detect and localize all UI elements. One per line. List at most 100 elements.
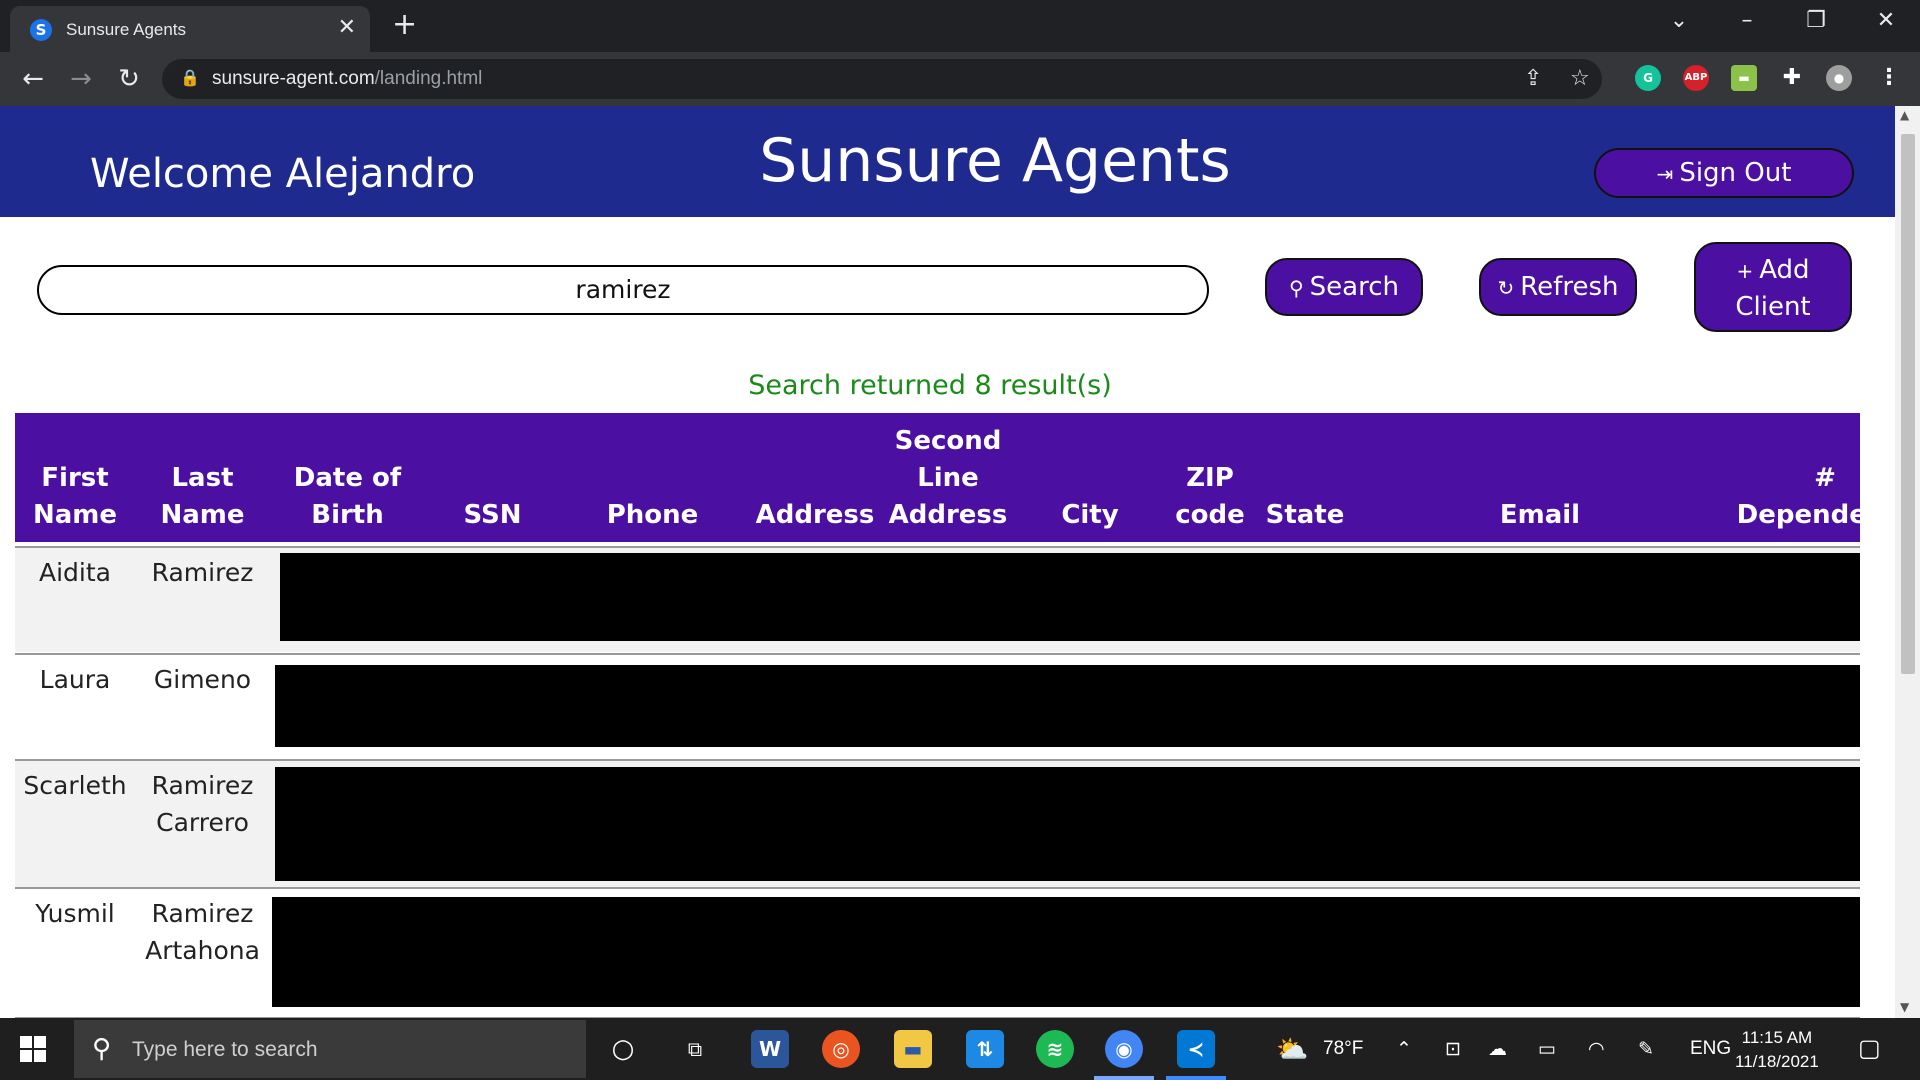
weather-icon[interactable]: ⛅: [1276, 1034, 1308, 1065]
cell-last-name: Gimeno: [153, 665, 252, 694]
file-explorer-icon[interactable]: ▬: [894, 1030, 932, 1068]
search-icon: ⚲: [1289, 276, 1304, 300]
onedrive-icon[interactable]: ☁: [1488, 1038, 1507, 1061]
cell-last-name: Ramirez: [151, 558, 254, 587]
clients-table: First Name Last Name Date of Birth SSN Phon…: [15, 413, 1860, 1018]
th-second-line-address[interactable]: Second Line Address: [883, 423, 1013, 534]
redacted-block: [275, 767, 1860, 881]
ubuntu-app-icon[interactable]: ◎: [822, 1030, 860, 1068]
table-row[interactable]: Aidita Ramirez: [15, 546, 1860, 652]
cell-first-name: Laura: [39, 665, 111, 694]
new-tab-icon[interactable]: +: [392, 8, 417, 42]
add-client-button[interactable]: + Add Client: [1694, 242, 1852, 332]
close-tab-icon[interactable]: ✕: [338, 16, 356, 40]
share-icon[interactable]: ⇪: [1524, 65, 1542, 93]
taskbar-search-box[interactable]: ⚲ Type here to search: [74, 1020, 586, 1078]
th-phone[interactable]: Phone: [580, 497, 725, 534]
reload-icon[interactable]: ↻: [112, 62, 146, 96]
th-city[interactable]: City: [1025, 497, 1155, 534]
browser-tab-strip: S Sunsure Agents ✕ + ⌄ – ❐ ✕: [0, 0, 1920, 52]
lock-icon: 🔒: [180, 68, 200, 87]
refresh-label: Refresh: [1520, 272, 1619, 302]
search-button[interactable]: ⚲ Search: [1265, 258, 1423, 316]
tab-search-chevron-icon[interactable]: ⌄: [1659, 6, 1699, 36]
scroll-down-arrow-icon[interactable]: ▼: [1900, 1000, 1909, 1014]
chrome-app-icon[interactable]: ◉: [1105, 1030, 1143, 1068]
refresh-icon: ↻: [1497, 276, 1515, 300]
scroll-thumb[interactable]: [1901, 134, 1915, 674]
sign-out-button[interactable]: ⇥ Sign Out: [1594, 148, 1854, 198]
open-app-indicator: [1166, 1076, 1226, 1080]
site-favicon-icon: S: [30, 19, 52, 41]
meet-now-icon[interactable]: ⊡: [1445, 1038, 1461, 1061]
taskbar-search-placeholder: Type here to search: [132, 1038, 318, 1061]
plus-icon: +: [1736, 259, 1754, 283]
adblock-extension-icon[interactable]: ABP: [1683, 65, 1709, 91]
vscode-app-icon[interactable]: ≺: [1177, 1030, 1215, 1068]
minimize-icon[interactable]: –: [1727, 6, 1767, 36]
clock-time: 11:15 AM: [1741, 1028, 1813, 1047]
grammarly-extension-icon[interactable]: G: [1635, 65, 1661, 91]
url-text: sunsure-agent.com/landing.html: [212, 68, 483, 89]
profile-avatar[interactable]: ●: [1826, 65, 1852, 91]
language-indicator[interactable]: ENG: [1690, 1038, 1731, 1060]
th-ssn[interactable]: SSN: [435, 497, 550, 534]
spotify-icon[interactable]: ≋: [1036, 1030, 1074, 1068]
add-label: Add: [1759, 255, 1810, 285]
th-state[interactable]: State: [1245, 497, 1365, 534]
table-row[interactable]: Scarleth Ramirez Carrero: [15, 759, 1860, 887]
close-window-icon[interactable]: ✕: [1866, 6, 1906, 36]
system-clock[interactable]: 11:15 AM 11/18/2021: [1735, 1026, 1819, 1074]
th-email[interactable]: Email: [1415, 497, 1665, 534]
tab-title: Sunsure Agents: [66, 20, 187, 39]
weather-temperature[interactable]: 78°F: [1323, 1038, 1363, 1060]
extension-icon[interactable]: ▬: [1731, 65, 1757, 91]
th-first-name[interactable]: First Name: [15, 460, 135, 534]
windows-start-icon[interactable]: [20, 1036, 46, 1062]
th-address[interactable]: Address: [745, 497, 885, 534]
th-date-of-birth[interactable]: Date of Birth: [280, 460, 415, 534]
page-header: Welcome Alejandro Sunsure Agents ⇥ Sign O…: [0, 106, 1895, 217]
pen-icon[interactable]: ✎: [1638, 1038, 1654, 1061]
extensions-puzzle-icon[interactable]: ✚: [1779, 65, 1805, 91]
cell-last-name: Ramirez Artahona: [145, 899, 260, 965]
table-row[interactable]: Yusmil Ramirez Artahona: [15, 887, 1860, 1017]
sign-out-label: Sign Out: [1679, 158, 1792, 188]
search-icon: ⚲: [92, 1034, 112, 1064]
windows-taskbar: ⚲ Type here to search ○ ⧉ W ◎ ▬ ⇅ ≋ ◉ ≺ …: [0, 1018, 1920, 1080]
result-message: Search returned 8 result(s): [748, 370, 1112, 401]
browser-menu-icon[interactable]: ⋮: [1876, 65, 1902, 91]
browser-tab[interactable]: S Sunsure Agents ✕: [10, 6, 370, 52]
sign-out-icon: ⇥: [1656, 162, 1674, 186]
task-view-icon[interactable]: ⧉: [676, 1030, 714, 1068]
tray-chevron-up-icon[interactable]: ⌃: [1396, 1038, 1412, 1061]
cell-last-name: Ramirez Carrero: [151, 771, 254, 837]
cell-first-name: Yusmil: [35, 899, 115, 928]
browser-toolbar: ← → ↻ 🔒 sunsure-agent.com/landing.html ⇪…: [0, 52, 1920, 106]
refresh-button[interactable]: ↻ Refresh: [1479, 258, 1637, 316]
back-icon[interactable]: ←: [16, 62, 50, 96]
battery-icon[interactable]: ▭: [1538, 1038, 1556, 1061]
app-icon[interactable]: ⇅: [966, 1030, 1004, 1068]
clock-date: 11/18/2021: [1735, 1052, 1819, 1071]
forward-icon[interactable]: →: [64, 62, 98, 96]
wifi-icon[interactable]: ◠: [1588, 1038, 1605, 1061]
cell-first-name: Scarleth: [23, 771, 127, 800]
active-app-indicator: [1094, 1076, 1154, 1080]
scroll-up-arrow-icon[interactable]: ▲: [1900, 108, 1909, 122]
bookmark-star-icon[interactable]: ☆: [1570, 65, 1590, 93]
cortana-icon[interactable]: ○: [604, 1030, 642, 1068]
address-bar[interactable]: 🔒 sunsure-agent.com/landing.html ⇪ ☆: [162, 59, 1602, 99]
notifications-icon[interactable]: ▢: [1858, 1034, 1881, 1063]
th-last-name[interactable]: Last Name: [135, 460, 270, 534]
word-app-icon[interactable]: W: [751, 1030, 789, 1068]
page-scrollbar[interactable]: ▲ ▼: [1895, 106, 1920, 1018]
cell-first-name: Aidita: [39, 558, 111, 587]
redacted-block: [280, 553, 1860, 641]
restore-icon[interactable]: ❐: [1796, 6, 1836, 36]
search-input[interactable]: ramirez: [37, 265, 1209, 315]
table-row[interactable]: Laura Gimeno: [15, 653, 1860, 759]
th-dependents[interactable]: #Dependents: [1715, 460, 1860, 534]
redacted-block: [272, 897, 1860, 1007]
redacted-block: [275, 665, 1860, 747]
